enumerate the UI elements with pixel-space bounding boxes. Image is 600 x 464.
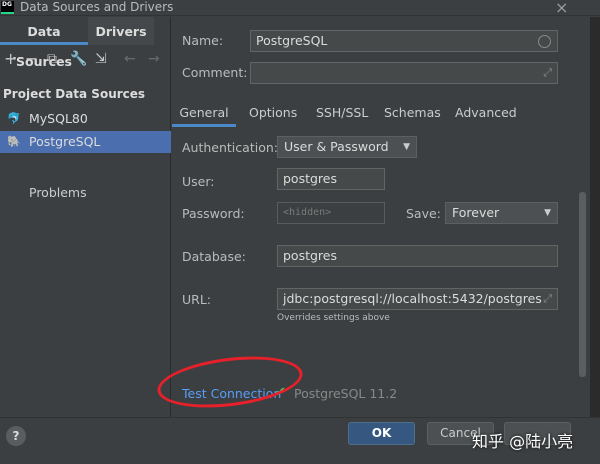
chevron-down-icon: ▼ [403,142,410,152]
user-field[interactable]: postgres [277,168,385,190]
url-hint: Overrides settings above [277,313,390,323]
title-bar: DG Data Sources and Drivers × [0,0,600,17]
duplicate-icon[interactable]: ⧉ [47,51,57,67]
settings-tabs: General Options SSH/SSL Schemas Advanced [172,99,590,127]
authentication-select[interactable]: User & Password ▼ [277,136,417,158]
help-button[interactable]: ? [6,426,26,446]
url-value: jdbc:postgresql://localhost:5432/postgre… [283,291,542,306]
wrench-icon[interactable]: 🔧 [70,51,87,67]
window-title: Data Sources and Drivers [20,0,174,14]
tab-drivers[interactable]: Drivers [88,17,154,45]
forward-arrow-icon[interactable]: → [148,51,160,67]
mysql-icon: 🐬 [7,112,21,125]
postgresql-icon: 🐘 [7,135,21,148]
tab-schemas[interactable]: Schemas [384,99,441,127]
datagrip-logo-icon: DG [1,1,14,14]
server-version: PostgreSQL 11.2 [294,386,398,401]
close-icon[interactable]: × [555,0,568,17]
button-bar: ? OK Cancel 知乎 @陆小亮 [0,417,600,464]
tab-options[interactable]: Options [249,99,297,127]
comment-field[interactable]: ⤢ [250,62,558,84]
name-value: PostgreSQL [256,33,328,48]
tab-general[interactable]: General [172,99,236,127]
url-label: URL: [182,292,212,307]
comment-label: Comment: [182,65,248,80]
datasource-label: PostgreSQL [29,134,101,149]
right-edge [590,17,600,417]
name-field[interactable]: PostgreSQL [250,30,558,52]
authentication-value: User & Password [284,139,389,154]
database-field[interactable]: postgres [277,245,558,267]
expand-icon[interactable]: ⤢ [543,63,552,83]
problems-link[interactable]: Problems [29,185,87,200]
url-field[interactable]: jdbc:postgresql://localhost:5432/postgre… [277,288,558,310]
expand-icon[interactable]: ⤢ [543,289,552,309]
save-label: Save: [406,206,441,221]
tab-data-sources[interactable]: Data Sources [0,17,88,69]
save-select[interactable]: Forever ▼ [445,202,558,224]
save-value: Forever [452,205,500,220]
left-pane: Data Sources Drivers + ▾ − ⧉ 🔧 ⇲ ← → Pro… [0,17,171,417]
database-label: Database: [182,249,246,264]
back-arrow-icon[interactable]: ← [124,51,136,67]
datasource-item-mysql80[interactable]: 🐬 MySQL80 [0,108,171,130]
password-label: Password: [182,206,245,221]
vertical-scrollbar[interactable] [579,192,586,377]
authentication-label: Authentication: [182,140,278,155]
tab-advanced[interactable]: Advanced [455,99,517,127]
chevron-down-icon: ▼ [544,208,551,218]
tab-ssh-ssl[interactable]: SSH/SSL [316,99,368,127]
import-icon[interactable]: ⇲ [95,51,107,67]
datasource-label: MySQL80 [29,111,88,126]
left-toolbar: + ▾ − ⧉ 🔧 ⇲ ← → [0,49,171,73]
dropdown-caret-icon[interactable]: ▾ [13,55,16,62]
left-tabs: Data Sources Drivers [0,17,171,69]
datasource-item-postgresql[interactable]: 🐘 PostgreSQL [0,131,171,153]
name-label: Name: [182,33,224,48]
color-circle-icon[interactable] [538,35,551,48]
minus-icon[interactable]: − [25,49,38,68]
password-field[interactable]: <hidden> [277,202,385,224]
project-data-sources-header: Project Data Sources [3,87,146,101]
ok-button[interactable]: OK [348,422,415,445]
user-label: User: [182,174,215,189]
watermark: 知乎 @陆小亮 [472,432,574,451]
